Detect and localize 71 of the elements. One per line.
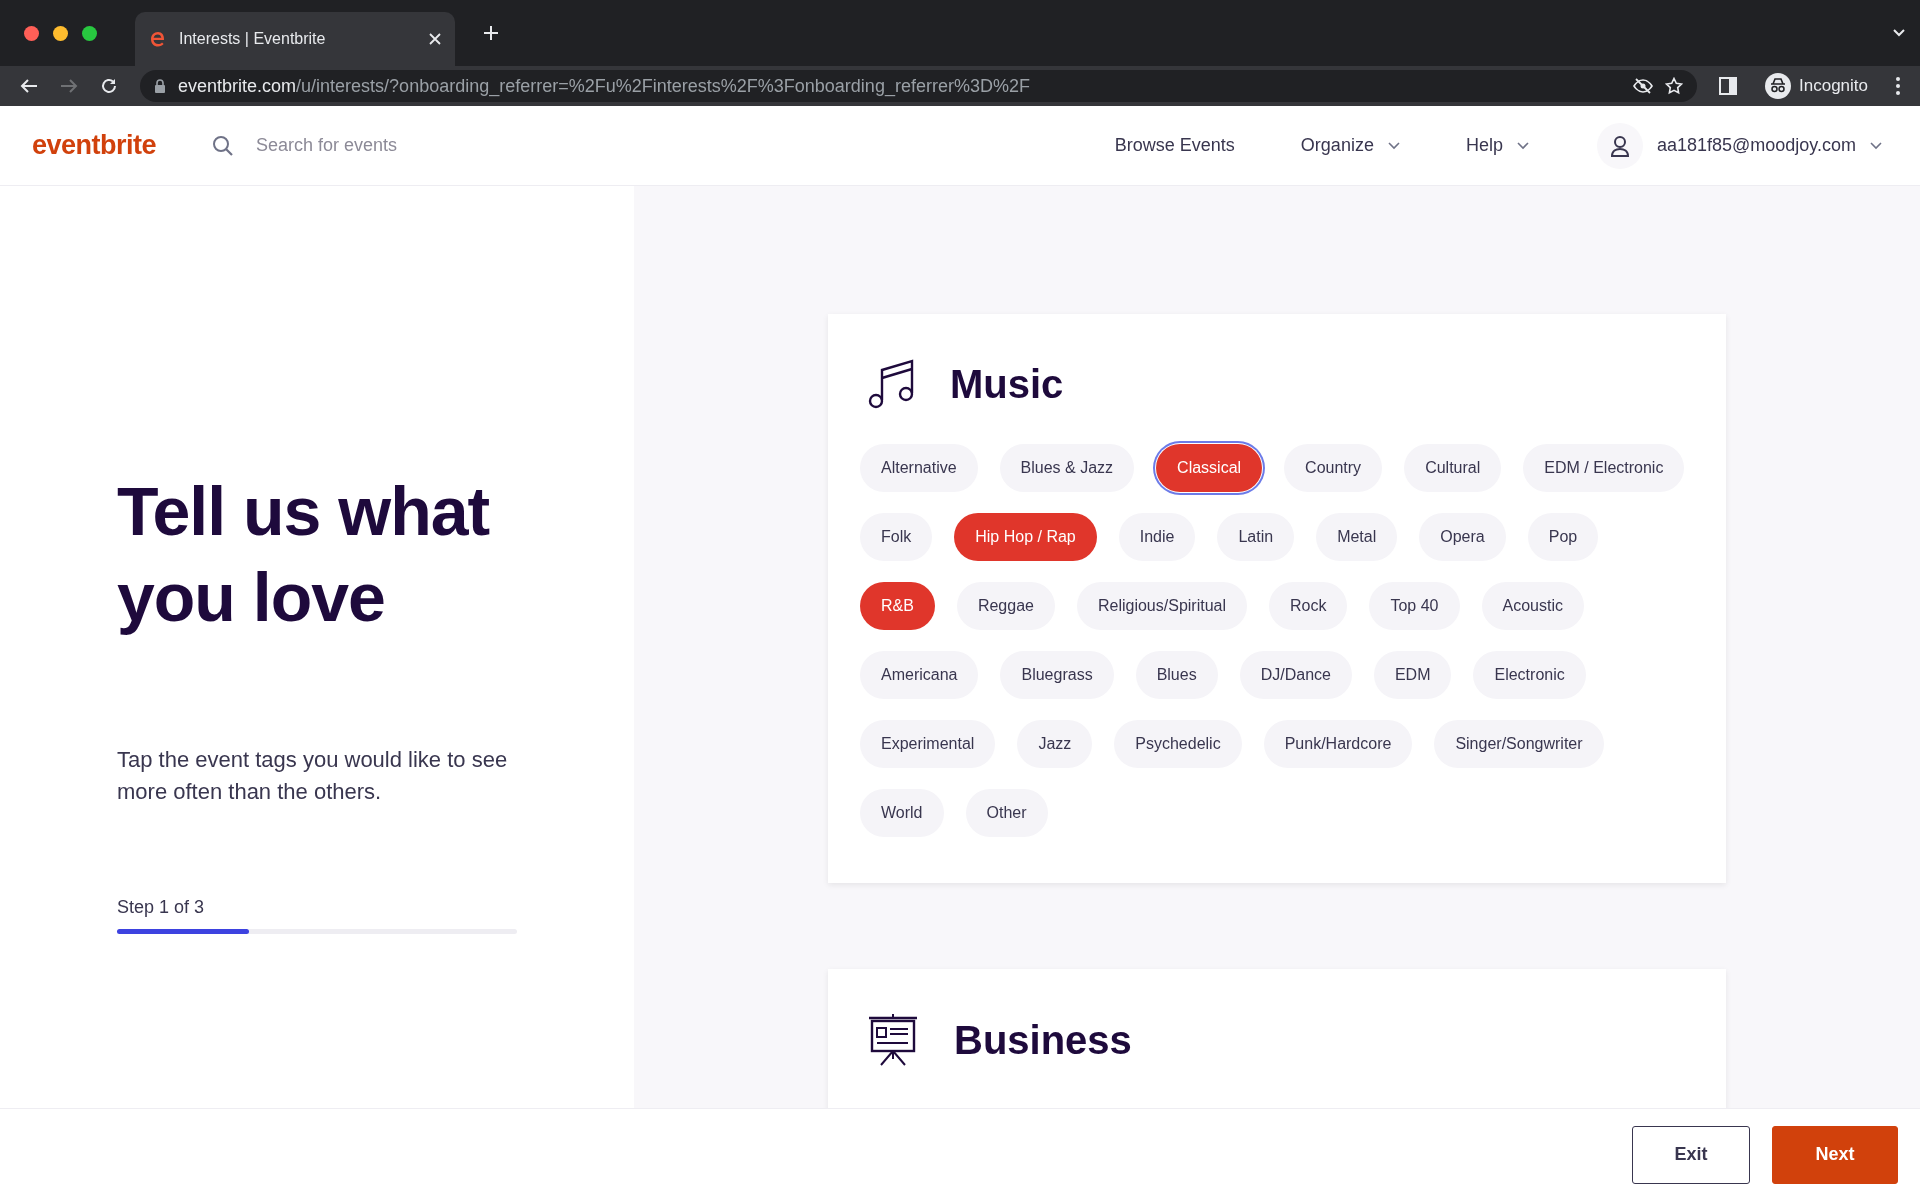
window-control-icon[interactable] bbox=[82, 25, 97, 41]
tag-chip[interactable]: Americana bbox=[860, 651, 979, 699]
page-heading: Tell us what you love bbox=[117, 472, 491, 637]
tag-chip[interactable]: Electronic bbox=[1473, 651, 1586, 699]
nav-link[interactable]: Browse Events bbox=[1108, 131, 1241, 160]
tag-chip[interactable]: Top 40 bbox=[1369, 582, 1460, 630]
nav-link[interactable]: Organize bbox=[1294, 131, 1406, 160]
tag-chip[interactable]: DJ/Dance bbox=[1239, 651, 1352, 699]
search-icon bbox=[212, 134, 235, 157]
tag-chip[interactable]: Classical bbox=[1156, 444, 1263, 492]
star-icon[interactable] bbox=[1665, 77, 1683, 95]
next-button[interactable]: Next bbox=[1772, 1125, 1898, 1184]
favicon-icon bbox=[149, 30, 167, 48]
tag-chip[interactable]: R&B bbox=[860, 582, 935, 630]
address-bar[interactable]: eventbrite.com/u/interests/?onboarding_referrer=%2Fu%2Finterests%2F%3Fonboarding_referrer%3D%2F bbox=[140, 70, 1697, 102]
back-icon[interactable] bbox=[20, 78, 38, 94]
tag-chip[interactable]: Alternative bbox=[860, 444, 978, 492]
account-menu[interactable]: aa181f85@moodjoy.com bbox=[1590, 121, 1888, 170]
side-panel-icon[interactable] bbox=[1719, 77, 1737, 95]
logo[interactable]: eventbrite bbox=[32, 125, 157, 166]
tag-chip[interactable]: EDM / Electronic bbox=[1523, 444, 1685, 492]
tag-chip[interactable]: Jazz bbox=[1017, 720, 1093, 768]
tag-chip[interactable]: Singer/Songwriter bbox=[1434, 720, 1604, 768]
tag-chip[interactable]: EDM bbox=[1373, 651, 1452, 699]
tag-chip[interactable]: Psychedelic bbox=[1114, 720, 1242, 768]
tab-title: Interests | Eventbrite bbox=[179, 29, 327, 49]
tag-chip[interactable]: Latin bbox=[1217, 513, 1295, 561]
eye-slash-icon[interactable] bbox=[1633, 78, 1653, 94]
category-title: Business bbox=[954, 1017, 1132, 1064]
music-note-icon bbox=[866, 358, 916, 410]
tag-chip[interactable]: Acoustic bbox=[1481, 582, 1584, 630]
exit-button[interactable]: Exit bbox=[1632, 1125, 1750, 1184]
user-icon bbox=[1609, 134, 1630, 157]
tag-chip[interactable]: Hip Hop / Rap bbox=[954, 513, 1097, 561]
chevron-down-icon bbox=[1870, 141, 1882, 150]
close-tab-button[interactable] bbox=[429, 33, 441, 45]
browser-tab[interactable]: Interests | Eventbrite bbox=[135, 12, 455, 66]
tag-chip[interactable]: Cultural bbox=[1404, 444, 1502, 492]
tag-chip[interactable]: Bluegrass bbox=[1000, 651, 1114, 699]
tag-chip[interactable]: Indie bbox=[1118, 513, 1196, 561]
tag-chip[interactable]: Blues & Jazz bbox=[999, 444, 1135, 492]
tag-chip[interactable]: Folk bbox=[860, 513, 933, 561]
window-control-icon[interactable] bbox=[24, 25, 39, 41]
more-icon[interactable] bbox=[1896, 77, 1900, 95]
lock-icon bbox=[154, 78, 166, 94]
tag-chip[interactable]: Country bbox=[1284, 444, 1383, 492]
tag-chip[interactable]: Religious/Spiritual bbox=[1076, 582, 1247, 630]
url-text: eventbrite.com/u/interests/?onboarding_referrer=%2Fu%2Finterests%2F%3Fonboarding_referrer%3D%2F bbox=[178, 74, 1030, 99]
chevron-down-icon[interactable] bbox=[1892, 28, 1906, 38]
forward-icon[interactable] bbox=[60, 78, 78, 94]
tag-chip[interactable]: Punk/Hardcore bbox=[1263, 720, 1413, 768]
new-tab-icon[interactable] bbox=[483, 25, 499, 41]
category-title: Music bbox=[950, 361, 1064, 408]
close-icon bbox=[429, 33, 441, 45]
tag-chip[interactable]: Pop bbox=[1527, 513, 1599, 561]
incognito-icon bbox=[1765, 73, 1791, 99]
reload-icon[interactable] bbox=[100, 77, 118, 95]
tag-chip[interactable]: Metal bbox=[1316, 513, 1398, 561]
presentation-board-icon bbox=[866, 1013, 920, 1067]
incognito-button[interactable]: Incognito bbox=[1759, 72, 1874, 100]
window-control-icon[interactable] bbox=[53, 25, 68, 41]
tag-chip[interactable]: Other bbox=[965, 789, 1048, 837]
tag-chip[interactable]: World bbox=[860, 789, 944, 837]
tag-chip[interactable]: Blues bbox=[1135, 651, 1218, 699]
tag-chip[interactable]: Opera bbox=[1419, 513, 1506, 561]
tag-chip[interactable]: Experimental bbox=[860, 720, 996, 768]
nav-link[interactable]: Help bbox=[1459, 131, 1535, 160]
tag-chip[interactable]: Rock bbox=[1269, 582, 1348, 630]
tag-chip[interactable]: Reggae bbox=[956, 582, 1055, 630]
description-text: Tap the event tags you would like to see more often than the others. bbox=[117, 746, 509, 806]
step-label: Step 1 of 3 bbox=[117, 896, 206, 919]
